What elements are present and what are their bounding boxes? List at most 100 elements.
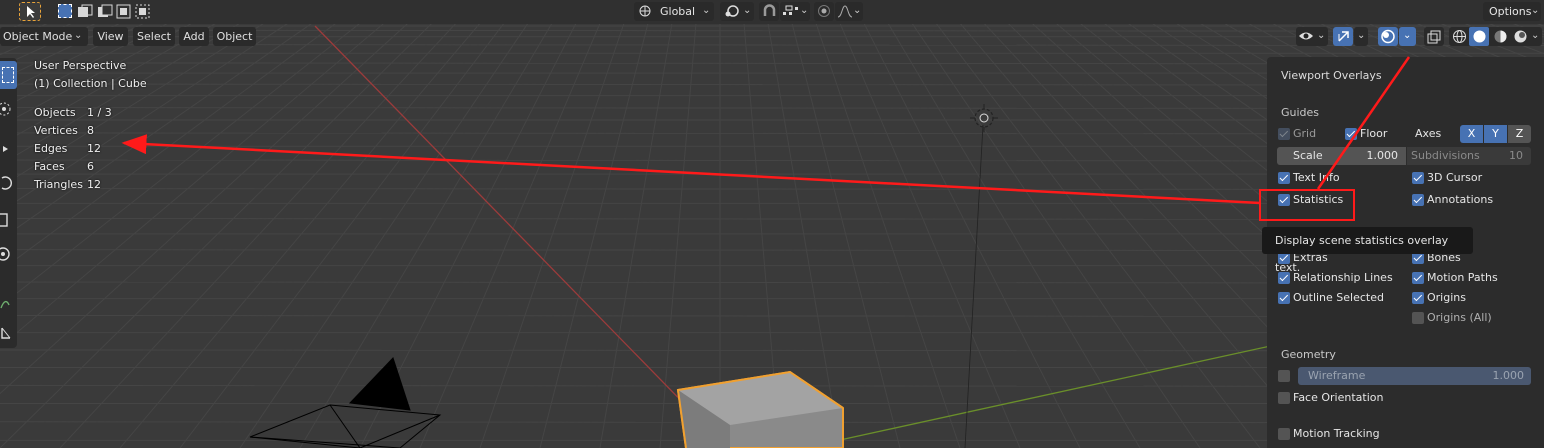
chevron-down-icon: ⌄: [74, 30, 83, 41]
statistics-tooltip: Display scene statistics overlay text.: [1262, 227, 1473, 274]
tool-transform[interactable]: [0, 240, 17, 268]
wireframe-value: 1.000: [1492, 369, 1525, 382]
material-shading-icon[interactable]: [1493, 29, 1508, 44]
stat-label: Objects: [34, 106, 76, 119]
annotations-label: Annotations: [1427, 193, 1494, 206]
select-box-invert-icon[interactable]: [116, 4, 132, 20]
overlays-dropdown[interactable]: ⌄: [1399, 27, 1416, 46]
snap-target-dropdown[interactable]: ⌄: [780, 2, 810, 21]
3d-cursor-label: 3D Cursor: [1427, 171, 1483, 184]
axes-label: Axes: [1415, 127, 1442, 140]
annotation-highlight-box: [1259, 189, 1355, 221]
stat-label: Faces: [34, 160, 65, 173]
falloff-curve-icon: [837, 5, 853, 18]
chevron-down-icon: ⌄: [800, 5, 809, 16]
snap-increment-icon: [783, 5, 798, 15]
stat-value: 12: [87, 142, 101, 155]
outline-selected-checkbox[interactable]: [1278, 292, 1290, 304]
view-menu[interactable]: View: [93, 27, 128, 46]
floor-label: Floor: [1360, 127, 1388, 140]
select-box-subtract-icon[interactable]: [97, 4, 113, 20]
panel-title: Viewport Overlays: [1281, 69, 1382, 82]
gizmo-dropdown[interactable]: ⌄: [1354, 27, 1368, 46]
wireframe-shading-icon[interactable]: [1452, 29, 1467, 44]
tooltip-text: Display scene statistics overlay text.: [1275, 234, 1449, 274]
perspective-label: User Perspective: [34, 59, 127, 72]
y-axis-line: [839, 344, 1276, 441]
tool-cursor[interactable]: [0, 96, 17, 124]
axis-y-toggle[interactable]: Y: [1484, 125, 1507, 143]
object-menu[interactable]: Object: [213, 27, 256, 46]
origins-all-checkbox[interactable]: [1412, 312, 1424, 324]
subdivisions-field[interactable]: Subdivisions 10: [1407, 147, 1531, 165]
stat-label: Vertices: [34, 124, 78, 137]
origins-all-label: Origins (All): [1427, 311, 1492, 324]
select-box-intersect-icon[interactable]: [135, 4, 151, 20]
pivot-point-dropdown[interactable]: ⌄: [720, 2, 754, 21]
wireframe-checkbox[interactable]: [1278, 370, 1290, 382]
left-toolbar: [0, 58, 17, 348]
chevron-down-icon: ⌄: [1531, 5, 1540, 16]
guides-heading: Guides: [1281, 106, 1320, 119]
solid-shading-button[interactable]: [1469, 27, 1489, 46]
tool-move[interactable]: [0, 136, 17, 164]
options-label: Options: [1489, 5, 1532, 18]
visibility-dropdown[interactable]: ⌄: [1296, 27, 1328, 46]
eye-icon: [1299, 32, 1313, 40]
chevron-down-icon: ⌄: [1357, 30, 1366, 41]
transform-orientation-dropdown[interactable]: Global ⌄: [634, 2, 714, 21]
chevron-down-icon: ⌄: [1531, 30, 1540, 41]
stat-value: 12: [87, 178, 101, 191]
overlays-toggle[interactable]: [1378, 27, 1398, 46]
top-header: Global ⌄ ⌄ ⌄ ⌄ Options ⌄: [0, 0, 1544, 24]
select-tool-button[interactable]: [19, 2, 41, 21]
proportional-editing-toggle[interactable]: [814, 2, 834, 21]
tool-select-box[interactable]: [0, 61, 17, 89]
tool-annotate[interactable]: [0, 290, 17, 318]
3d-cursor-checkbox[interactable]: [1412, 172, 1424, 184]
grid-checkbox[interactable]: [1278, 128, 1290, 140]
collection-label: (1) Collection | Cube: [34, 77, 147, 90]
wireframe-slider[interactable]: Wireframe 1.000: [1298, 367, 1531, 385]
gizmo-arrows-icon: [1338, 31, 1349, 42]
annotations-checkbox[interactable]: [1412, 194, 1424, 206]
axis-x-toggle[interactable]: X: [1460, 125, 1483, 143]
orientation-label: Global: [660, 5, 696, 18]
motion-tracking-checkbox[interactable]: [1278, 428, 1290, 440]
tool-scale[interactable]: [0, 206, 17, 234]
outline-selected-label: Outline Selected: [1293, 291, 1384, 304]
proportional-icon: [818, 5, 830, 17]
tool-rotate[interactable]: [0, 170, 17, 198]
tool-measure[interactable]: [0, 320, 17, 348]
options-dropdown[interactable]: Options ⌄: [1483, 2, 1541, 21]
rotate-icon: [1, 176, 12, 190]
stat-value: 1 / 3: [87, 106, 112, 119]
origins-label: Origins: [1427, 291, 1466, 304]
face-orientation-checkbox[interactable]: [1278, 392, 1290, 404]
magnet-icon: [763, 4, 776, 16]
select-menu[interactable]: Select: [133, 27, 175, 46]
face-orientation-label: Face Orientation: [1293, 391, 1384, 404]
axis-z-toggle[interactable]: Z: [1508, 125, 1531, 143]
rendered-shading-icon[interactable]: [1513, 29, 1528, 44]
falloff-dropdown[interactable]: ⌄: [835, 2, 863, 21]
overlays-icon: [1381, 29, 1395, 44]
orientation-icon: [639, 5, 651, 17]
wireframe-label: Wireframe: [1308, 369, 1366, 382]
measure-icon: [1, 327, 11, 339]
text-info-checkbox[interactable]: [1278, 172, 1290, 184]
shading-buttons: ⌄: [1449, 27, 1542, 46]
object-mode-dropdown[interactable]: Object Mode ⌄: [0, 27, 88, 46]
add-menu[interactable]: Add: [179, 27, 209, 46]
origins-checkbox[interactable]: [1412, 292, 1424, 304]
xray-toggle[interactable]: [1424, 27, 1444, 46]
select-box-new-icon[interactable]: [58, 4, 72, 18]
select-box-extend-icon[interactable]: [77, 4, 93, 20]
stat-value: 8: [87, 124, 94, 137]
snap-toggle[interactable]: [759, 2, 779, 21]
stat-value: 6: [87, 160, 94, 173]
scale-field[interactable]: Scale 1.000: [1277, 147, 1406, 165]
floor-checkbox[interactable]: [1345, 128, 1357, 140]
chevron-down-icon: ⌄: [853, 5, 862, 16]
gizmo-toggle[interactable]: [1333, 27, 1353, 46]
